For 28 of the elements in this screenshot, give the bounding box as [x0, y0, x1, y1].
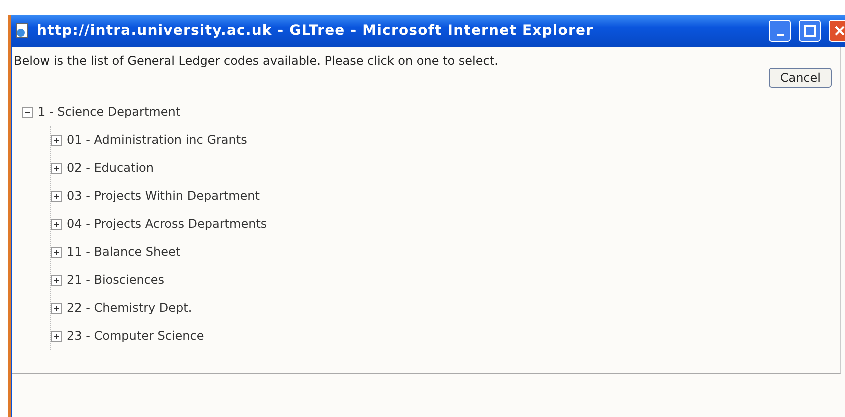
tree-item[interactable]: 1 - Science Department [38, 105, 181, 119]
expand-icon[interactable] [51, 162, 62, 174]
page-icon [15, 23, 31, 39]
maximize-icon [804, 25, 816, 37]
instruction-text: Below is the list of General Ledger codes available. Please click on one to select. [14, 54, 500, 68]
tree-item[interactable]: 22 - Chemistry Dept. [67, 301, 192, 315]
tree-item[interactable]: 01 - Administration inc Grants [67, 133, 248, 147]
expand-icon[interactable] [51, 190, 62, 202]
collapse-icon[interactable] [22, 106, 33, 118]
minimize-button[interactable] [769, 20, 791, 42]
window-title: http://intra.university.ac.uk - GLTree - Microsoft Internet Explorer [37, 23, 595, 39]
close-button[interactable] [829, 20, 845, 42]
close-icon [835, 26, 845, 36]
expand-icon[interactable] [51, 218, 62, 230]
tree-item[interactable]: 02 - Education [67, 161, 154, 175]
tree-item[interactable]: 04 - Projects Across Departments [67, 217, 268, 231]
cancel-button[interactable]: Cancel [769, 68, 832, 88]
expand-icon[interactable] [51, 134, 62, 146]
expand-icon[interactable] [51, 274, 62, 286]
expand-icon[interactable] [51, 302, 62, 314]
tree-item[interactable]: 03 - Projects Within Department [67, 189, 260, 203]
tree-item[interactable]: 23 - Computer Science [67, 329, 204, 343]
expand-icon[interactable] [51, 330, 62, 342]
tree-item[interactable]: 21 - Biosciences [67, 273, 165, 287]
expand-icon[interactable] [51, 246, 62, 258]
maximize-button[interactable] [799, 20, 821, 42]
tree-item[interactable]: 11 - Balance Sheet [67, 245, 181, 259]
minimize-icon [776, 34, 784, 36]
